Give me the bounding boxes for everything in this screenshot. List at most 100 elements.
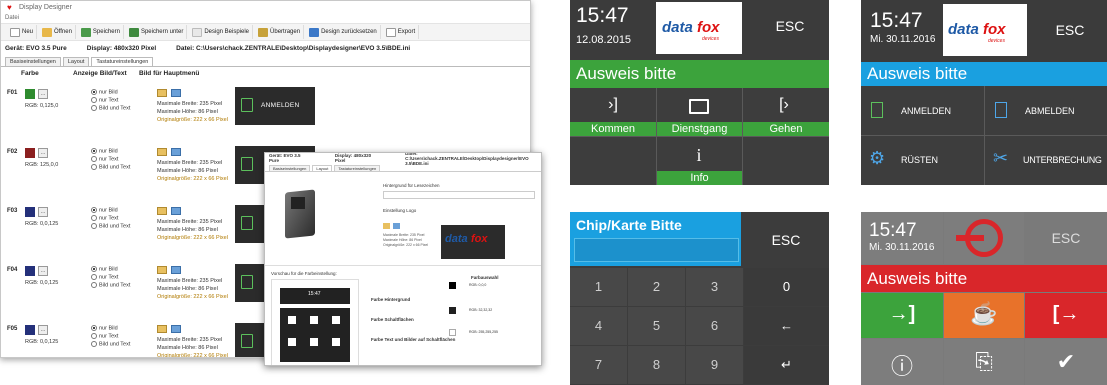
tab-layout[interactable]: Layout <box>62 57 90 66</box>
keypad-key[interactable]: 8 <box>628 346 685 384</box>
keypad-key[interactable]: 3 <box>686 268 743 306</box>
display-mode-radio[interactable]: nur Text <box>91 97 118 103</box>
display-mode-radio[interactable]: nur Text <box>91 215 118 221</box>
keypad-key[interactable]: 2 <box>628 268 685 306</box>
reset-design-button[interactable]: Design zurücksetzen <box>306 25 381 39</box>
display-mode-radio[interactable]: Bild und Text <box>91 341 130 347</box>
logo-save-icon[interactable] <box>393 223 400 229</box>
clock-date: Mi. 30.11.2016 <box>870 34 936 45</box>
rgb-value: RGB: 0,0,125 <box>25 339 59 345</box>
color-swatch[interactable] <box>25 266 35 276</box>
color-picker-button[interactable]: … <box>38 207 48 217</box>
menu-file[interactable]: Datei <box>5 15 19 21</box>
color-swatch[interactable] <box>25 89 35 99</box>
display-mode-radio[interactable]: Bild und Text <box>91 105 130 111</box>
save-image-icon[interactable] <box>171 148 181 156</box>
open-image-icon[interactable] <box>157 207 167 215</box>
color-swatch[interactable] <box>25 325 35 335</box>
save-as-button[interactable]: Speichern unter <box>126 25 188 39</box>
logo-open-icon[interactable] <box>383 223 390 229</box>
esc-button[interactable]: ESC <box>1033 22 1107 38</box>
save-image-icon[interactable] <box>171 89 181 97</box>
kommen-button[interactable]: →] <box>861 293 943 338</box>
esc-button[interactable]: ESC <box>1025 230 1107 246</box>
keypad-key[interactable]: 4 <box>570 307 627 345</box>
export-button[interactable]: Export <box>383 25 420 39</box>
display-mode-radio[interactable]: Bild und Text <box>91 164 130 170</box>
documents-button[interactable]: ⎘ <box>944 339 1024 385</box>
keypad-key[interactable]: ↵ <box>744 346 829 384</box>
esc-button[interactable]: ESC <box>752 18 828 34</box>
text-color-swatch[interactable] <box>449 329 456 336</box>
open-image-icon[interactable] <box>157 89 167 97</box>
keypad-key[interactable]: 1 <box>570 268 627 306</box>
color-picker-button[interactable]: … <box>38 266 48 276</box>
radio-dot <box>91 325 97 331</box>
display-mode-radio[interactable]: Bild und Text <box>91 223 130 229</box>
open-image-icon[interactable] <box>157 266 167 274</box>
open-button[interactable]: Öffnen <box>39 25 76 39</box>
keypad-key[interactable]: 6 <box>686 307 743 345</box>
radio-label: Bild und Text <box>99 164 131 171</box>
display-mode-radio[interactable]: Bild und Text <box>91 282 130 288</box>
save-button[interactable]: Speichern <box>78 25 124 39</box>
button-color-swatch[interactable] <box>449 307 456 314</box>
empty-button[interactable] <box>743 137 829 185</box>
design-examples-button[interactable]: Design Beispiele <box>189 25 254 39</box>
keypad-key[interactable]: 7 <box>570 346 627 384</box>
pause-button[interactable]: ☕ <box>944 293 1024 338</box>
info-icon: i <box>696 145 702 165</box>
logout-symbol-area[interactable] <box>944 212 1024 264</box>
keypad-key[interactable]: 9 <box>686 346 743 384</box>
open-image-icon[interactable] <box>157 325 167 333</box>
keypad-key[interactable]: 5 <box>628 307 685 345</box>
keypad-key[interactable]: 0 <box>744 268 829 306</box>
gehen-button[interactable]: [› Gehen <box>743 88 829 136</box>
card-input-field[interactable] <box>574 238 739 262</box>
color-swatch[interactable] <box>25 207 35 217</box>
unterbrechung-button[interactable]: ✂ UNTERBRECHUNG <box>985 136 1107 185</box>
anmelden-button[interactable]: ANMELDEN <box>861 86 984 135</box>
color-picker-button[interactable]: … <box>38 325 48 335</box>
keypad-key[interactable]: ← <box>744 307 829 345</box>
open-image-icon[interactable] <box>157 148 167 156</box>
info-button[interactable]: ⓘ <box>861 339 943 385</box>
tab-keyboard-settings[interactable]: Tastatureinstellungen <box>91 57 154 66</box>
display-mode-radio[interactable]: nur Bild <box>91 325 118 331</box>
ruesten-button[interactable]: ⚙ RÜSTEN <box>861 136 984 185</box>
color-picker-button[interactable]: … <box>38 148 48 158</box>
ruesten-label: RÜSTEN <box>901 155 939 165</box>
info-button[interactable]: i Info <box>657 137 742 185</box>
mini-btn-icon <box>288 316 296 324</box>
dialog-tab-layout[interactable]: Layout <box>312 165 333 171</box>
transfer-button[interactable]: Übertragen <box>255 25 305 39</box>
preview-section-label: Vorschau für die Farbeinstellung: <box>271 271 337 276</box>
dialog-tab-keyboard[interactable]: Tastatureinstellungen <box>334 165 381 171</box>
display-mode-radio[interactable]: nur Bild <box>91 148 118 154</box>
dialog-tab-basic[interactable]: Basiseinstellungen <box>269 165 311 171</box>
save-image-icon[interactable] <box>171 325 181 333</box>
function-key: F03 <box>7 208 18 214</box>
kommen-button[interactable]: ›] Kommen <box>570 88 656 136</box>
esc-button[interactable]: ESC <box>746 232 826 248</box>
color-picker-button[interactable]: … <box>38 89 48 99</box>
bg-path-field[interactable] <box>383 191 535 199</box>
new-button[interactable]: Neu <box>7 25 38 39</box>
dienstgang-button[interactable]: Dienstgang <box>657 88 742 136</box>
empty-button[interactable] <box>570 137 656 185</box>
display-mode-radio[interactable]: nur Text <box>91 274 118 280</box>
tab-basic-settings[interactable]: Basiseinstellungen <box>5 57 61 66</box>
display-mode-radio[interactable]: nur Bild <box>91 89 118 95</box>
bg-color-swatch[interactable] <box>449 282 456 289</box>
display-mode-radio[interactable]: nur Text <box>91 156 118 162</box>
display-mode-radio[interactable]: nur Text <box>91 333 118 339</box>
color-swatch[interactable] <box>25 148 35 158</box>
abmelden-button[interactable]: ABMELDEN <box>985 86 1107 135</box>
gehen-button[interactable]: [→ <box>1025 293 1107 338</box>
confirm-button[interactable]: ✔ <box>1025 339 1107 385</box>
radio-dot <box>91 89 97 95</box>
save-image-icon[interactable] <box>171 266 181 274</box>
display-mode-radio[interactable]: nur Bild <box>91 207 118 213</box>
save-image-icon[interactable] <box>171 207 181 215</box>
display-mode-radio[interactable]: nur Bild <box>91 266 118 272</box>
